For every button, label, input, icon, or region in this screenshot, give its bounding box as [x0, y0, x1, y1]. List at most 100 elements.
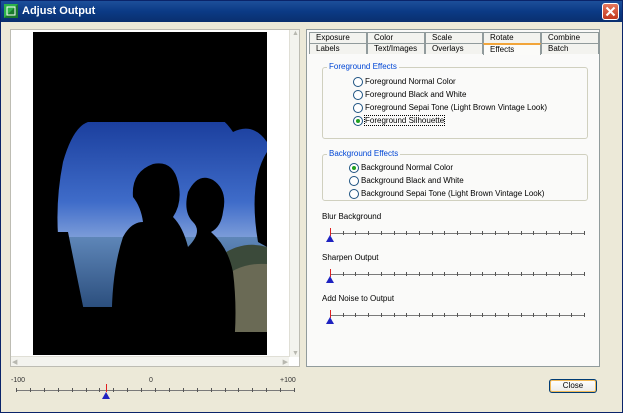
slider-tick	[559, 272, 560, 276]
radio-bg-normal[interactable]: Background Normal Color	[349, 162, 453, 173]
tab-labels[interactable]: Labels	[309, 43, 367, 54]
radio-fg-bw[interactable]: Foreground Black and White	[353, 89, 466, 100]
preview-vertical-scrollbar[interactable]: ▲ ▼	[289, 30, 299, 357]
slider-tick	[406, 313, 407, 317]
slider-tick	[394, 313, 395, 317]
slider-tick	[495, 313, 496, 317]
scroll-right-icon[interactable]: ▶	[283, 358, 288, 366]
slider-tick	[546, 272, 547, 276]
slider-tick	[343, 231, 344, 235]
scroll-up-icon[interactable]: ▲	[292, 30, 299, 37]
slider-tick	[521, 272, 522, 276]
slider-tick	[381, 272, 382, 276]
radio-label: Foreground Normal Color	[365, 77, 456, 86]
blur-background-slider[interactable]	[326, 228, 585, 243]
settings-panel: Exposure Color Scale Rotate Combine Labels Te…	[306, 29, 600, 367]
slider-tick	[470, 272, 471, 276]
slider-tick	[584, 272, 585, 276]
radio-label: Background Sepai Tone (Light Brown Vinta…	[361, 189, 545, 198]
zoom-tick	[183, 388, 184, 392]
slider-tick	[495, 272, 496, 276]
zoom-tick	[127, 388, 128, 392]
slider-tick	[444, 272, 445, 276]
slider-tick	[355, 313, 356, 317]
slider-tick	[559, 313, 560, 317]
slider-tick	[559, 231, 560, 235]
slider-tick	[355, 272, 356, 276]
radio-label: Foreground Black and White	[365, 90, 467, 99]
radio-bg-bw[interactable]: Background Black and White	[349, 175, 464, 186]
radio-button[interactable]	[353, 89, 363, 100]
close-button[interactable]: Close	[549, 379, 597, 393]
slider-tick	[444, 313, 445, 317]
slider-tick	[546, 313, 547, 317]
tab-rotate[interactable]: Rotate	[483, 32, 541, 43]
window-close-button[interactable]	[602, 3, 619, 20]
slider-tick	[368, 231, 369, 235]
radio-button[interactable]	[353, 76, 363, 87]
radio-button-selected[interactable]	[353, 115, 363, 126]
radio-fg-sepia[interactable]: Foreground Sepai Tone (Light Brown Vinta…	[353, 102, 547, 113]
tab-row-2: Labels Text/Images Overlays Effects Batch	[309, 43, 599, 55]
slider-tick	[470, 313, 471, 317]
slider-tick	[432, 272, 433, 276]
effects-tab-content: Foreground Effects Foreground Normal Col…	[314, 62, 592, 362]
slider-tick	[495, 231, 496, 235]
slider-tick	[432, 313, 433, 317]
tab-text-images[interactable]: Text/Images	[367, 43, 425, 54]
zoom-tick	[169, 388, 170, 392]
slider-tick	[419, 313, 420, 317]
blur-background-label: Blur Background	[322, 212, 382, 221]
slider-tick	[470, 231, 471, 235]
tab-batch[interactable]: Batch	[541, 43, 599, 54]
zoom-tick	[86, 388, 87, 392]
slider-tick	[368, 272, 369, 276]
background-effects-legend: Background Effects	[327, 149, 401, 158]
slider-thumb[interactable]	[326, 317, 334, 324]
zoom-slider[interactable]: -100 0 +100	[10, 377, 300, 407]
slider-tick	[482, 231, 483, 235]
radio-fg-normal[interactable]: Foreground Normal Color	[353, 76, 456, 87]
zoom-max-label: +100	[280, 377, 296, 384]
tab-scale[interactable]: Scale	[425, 32, 483, 43]
zoom-tick	[141, 388, 142, 392]
tab-exposure[interactable]: Exposure	[309, 32, 367, 43]
tab-effects[interactable]: Effects	[483, 43, 541, 55]
slider-tick	[584, 313, 585, 317]
slider-thumb[interactable]	[326, 276, 334, 283]
radio-button-selected[interactable]	[349, 162, 359, 173]
tab-color[interactable]: Color	[367, 32, 425, 43]
radio-button[interactable]	[349, 188, 359, 199]
background-effects-group: Background Effects Background Normal Col…	[322, 149, 588, 201]
slider-tick	[343, 313, 344, 317]
zoom-min-label: -100	[11, 377, 26, 384]
slider-tick	[457, 272, 458, 276]
zoom-tick	[58, 388, 59, 392]
zoom-thumb-marker	[106, 384, 107, 392]
radio-label: Background Black and White	[361, 176, 464, 185]
tab-overlays[interactable]: Overlays	[425, 43, 483, 54]
radio-fg-silhouette[interactable]: Foreground Silhouette	[353, 115, 446, 126]
preview-horizontal-scrollbar[interactable]: ◀ ▶	[11, 356, 289, 366]
slider-tick	[406, 231, 407, 235]
title-bar[interactable]: Adjust Output	[1, 1, 622, 22]
slider-thumb[interactable]	[326, 235, 334, 242]
tab-combine[interactable]: Combine	[541, 32, 599, 43]
zoom-tick	[294, 388, 295, 392]
zoom-tick	[280, 388, 281, 392]
zoom-mid-label: 0	[149, 377, 153, 384]
radio-button[interactable]	[353, 102, 363, 113]
zoom-thumb[interactable]	[102, 392, 110, 399]
scroll-down-icon[interactable]: ▼	[292, 350, 299, 357]
image-preview-pane[interactable]: ▲ ▼ ◀ ▶	[10, 29, 300, 367]
zoom-tick	[113, 388, 114, 392]
slider-tick	[533, 272, 534, 276]
radio-button[interactable]	[349, 175, 359, 186]
zoom-tick	[197, 388, 198, 392]
zoom-tick	[238, 388, 239, 392]
add-noise-slider[interactable]	[326, 310, 585, 325]
radio-bg-sepia[interactable]: Background Sepai Tone (Light Brown Vinta…	[349, 188, 544, 199]
scroll-left-icon[interactable]: ◀	[12, 358, 17, 366]
slider-tick	[508, 313, 509, 317]
sharpen-output-slider[interactable]	[326, 269, 585, 284]
